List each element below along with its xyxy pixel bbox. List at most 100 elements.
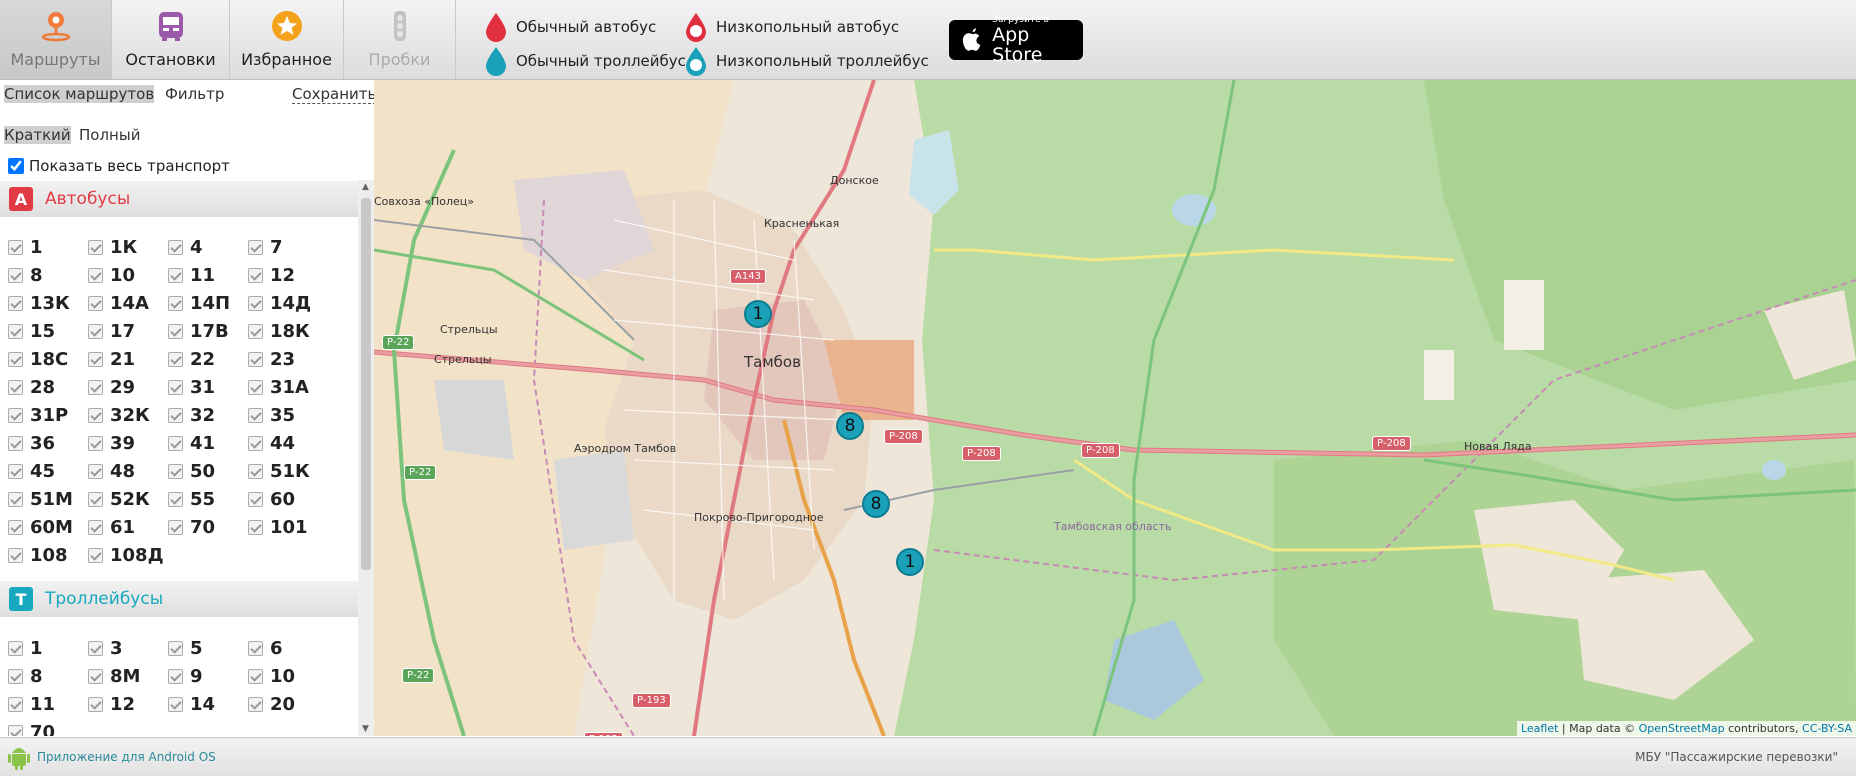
route-checkbox[interactable] (248, 351, 263, 367)
route-item[interactable]: 60М (8, 513, 88, 541)
route-checkbox[interactable] (88, 295, 103, 311)
route-item[interactable]: 15 (8, 317, 88, 345)
route-checkbox[interactable] (168, 491, 183, 507)
route-item[interactable]: 55 (168, 485, 248, 513)
route-item[interactable]: 10 (88, 261, 168, 289)
scroll-up-icon[interactable]: ▲ (362, 182, 369, 192)
route-checkbox[interactable] (168, 351, 183, 367)
route-item[interactable]: 5 (168, 634, 248, 662)
route-item[interactable]: 6 (248, 634, 328, 662)
route-checkbox[interactable] (8, 519, 23, 535)
map-view[interactable]: Донское Красненькая Стрельцы Стрельцы Тамбов… (374, 80, 1856, 736)
route-item[interactable]: 9 (168, 662, 248, 690)
route-checkbox[interactable] (88, 696, 103, 712)
route-item[interactable]: 70 (8, 718, 88, 736)
route-item[interactable]: 50 (168, 457, 248, 485)
route-checkbox[interactable] (88, 435, 103, 451)
route-checkbox[interactable] (168, 640, 183, 656)
route-checkbox[interactable] (8, 407, 23, 423)
route-checkbox[interactable] (88, 407, 103, 423)
route-item[interactable]: 7 (248, 233, 328, 261)
route-checkbox[interactable] (168, 463, 183, 479)
route-checkbox[interactable] (8, 295, 23, 311)
route-checkbox[interactable] (248, 295, 263, 311)
route-checkbox[interactable] (248, 696, 263, 712)
route-item[interactable]: 14Д (248, 289, 328, 317)
route-item[interactable]: 22 (168, 345, 248, 373)
view-full-toggle[interactable]: Полный (79, 126, 140, 144)
route-checkbox[interactable] (248, 435, 263, 451)
route-checkbox[interactable] (248, 407, 263, 423)
route-item[interactable]: 48 (88, 457, 168, 485)
route-checkbox[interactable] (8, 323, 23, 339)
route-checkbox[interactable] (88, 267, 103, 283)
route-item[interactable]: 3 (88, 634, 168, 662)
route-checkbox[interactable] (88, 323, 103, 339)
route-checkbox[interactable] (168, 519, 183, 535)
route-checkbox[interactable] (248, 519, 263, 535)
route-item[interactable]: 51М (8, 485, 88, 513)
route-item[interactable]: 21 (88, 345, 168, 373)
route-checkbox[interactable] (88, 640, 103, 656)
android-app-link[interactable]: Приложение для Android OS (37, 750, 216, 764)
route-checkbox[interactable] (248, 668, 263, 684)
route-checkbox[interactable] (8, 668, 23, 684)
route-checkbox[interactable] (88, 463, 103, 479)
route-item[interactable]: 8 (8, 261, 88, 289)
route-checkbox[interactable] (248, 379, 263, 395)
route-item[interactable]: 41 (168, 429, 248, 457)
scrollbar-thumb[interactable] (361, 198, 371, 570)
route-checkbox[interactable] (168, 696, 183, 712)
route-item[interactable]: 29 (88, 373, 168, 401)
route-item[interactable]: 32 (168, 401, 248, 429)
route-checkbox[interactable] (168, 435, 183, 451)
route-checkbox[interactable] (8, 267, 23, 283)
tab-route-list[interactable]: Список маршрутов (4, 85, 155, 103)
vehicle-marker[interactable]: 8 (862, 490, 890, 518)
route-item[interactable]: 36 (8, 429, 88, 457)
route-item[interactable]: 1 (8, 233, 88, 261)
route-item[interactable]: 8М (88, 662, 168, 690)
route-checkbox[interactable] (8, 696, 23, 712)
route-item[interactable]: 18С (8, 345, 88, 373)
tab-routes[interactable]: Маршруты (0, 0, 112, 79)
route-item[interactable]: 20 (248, 690, 328, 718)
tab-stops[interactable]: Остановки (112, 0, 230, 79)
route-item[interactable]: 52К (88, 485, 168, 513)
route-checkbox[interactable] (168, 407, 183, 423)
route-item[interactable]: 12 (88, 690, 168, 718)
route-item[interactable]: 108Д (88, 541, 168, 569)
leaflet-link[interactable]: Leaflet (1521, 722, 1558, 735)
route-item[interactable]: 1 (8, 634, 88, 662)
tab-favorites[interactable]: Избранное (230, 0, 344, 79)
route-checkbox[interactable] (8, 640, 23, 656)
route-checkbox[interactable] (248, 463, 263, 479)
section-trolleys[interactable]: Т Троллейбусы (0, 581, 358, 617)
route-item[interactable]: 32К (88, 401, 168, 429)
route-item[interactable]: 31 (168, 373, 248, 401)
route-checkbox[interactable] (248, 640, 263, 656)
route-checkbox[interactable] (88, 379, 103, 395)
route-checkbox[interactable] (8, 463, 23, 479)
tab-traffic[interactable]: Пробки (344, 0, 456, 79)
route-checkbox[interactable] (248, 239, 263, 255)
route-checkbox[interactable] (248, 491, 263, 507)
route-checkbox[interactable] (168, 239, 183, 255)
route-item[interactable]: 11 (168, 261, 248, 289)
route-item[interactable]: 44 (248, 429, 328, 457)
route-item[interactable]: 4 (168, 233, 248, 261)
route-checkbox[interactable] (88, 519, 103, 535)
section-buses[interactable]: А Автобусы (0, 181, 358, 217)
route-item[interactable]: 12 (248, 261, 328, 289)
route-checkbox[interactable] (8, 724, 23, 736)
route-checkbox[interactable] (8, 351, 23, 367)
route-checkbox[interactable] (168, 668, 183, 684)
route-checkbox[interactable] (168, 379, 183, 395)
app-store-button[interactable]: Загрузите в App Store (949, 15, 1083, 65)
route-item[interactable]: 28 (8, 373, 88, 401)
route-checkbox[interactable] (8, 379, 23, 395)
vehicle-marker[interactable]: 1 (896, 548, 924, 576)
map-canvas[interactable] (374, 80, 1856, 736)
route-item[interactable]: 51К (248, 457, 328, 485)
route-item[interactable]: 1К (88, 233, 168, 261)
